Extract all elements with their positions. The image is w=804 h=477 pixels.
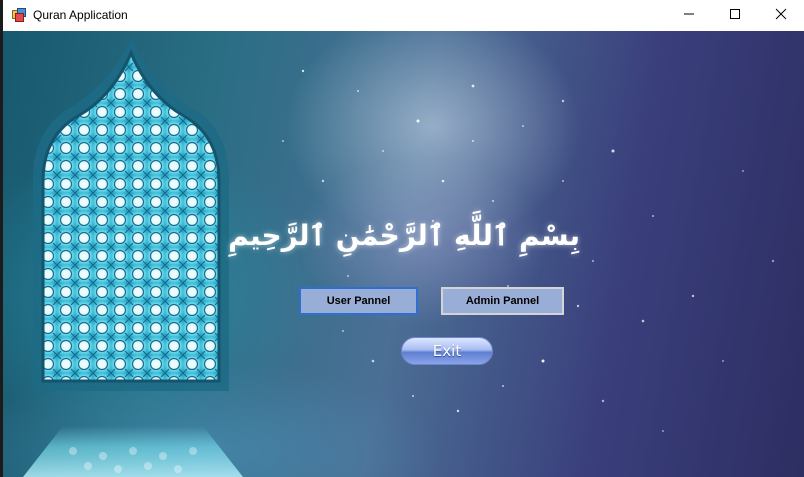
title-bar[interactable]: Quran Application [3,0,804,31]
bismillah-heading: بِسْمِ ٱللَّهِ ٱلرَّحْمَٰنِ ٱلرَّحِيمِ [228,219,580,252]
minimize-button[interactable] [666,0,712,31]
exit-button[interactable]: Exit [401,337,493,365]
maximize-button[interactable] [712,0,758,31]
app-window: Quran Application بِسْمِ ٱللَّهِ ٱلرَّحْ… [3,0,804,477]
background-scene: بِسْمِ ٱللَّهِ ٱلرَّحْمَٰنِ ٱلرَّحِيمِ U… [3,31,804,477]
close-icon [775,7,787,25]
maximize-icon [729,7,741,25]
minimize-icon [683,7,695,25]
close-button[interactable] [758,0,804,31]
app-window-icon[interactable] [12,8,26,22]
mosque-window-illustration [23,39,243,477]
admin-panel-button[interactable]: Admin Pannel [441,287,564,315]
user-panel-button[interactable]: User Pannel [299,287,418,315]
window-title: Quran Application [33,8,128,22]
